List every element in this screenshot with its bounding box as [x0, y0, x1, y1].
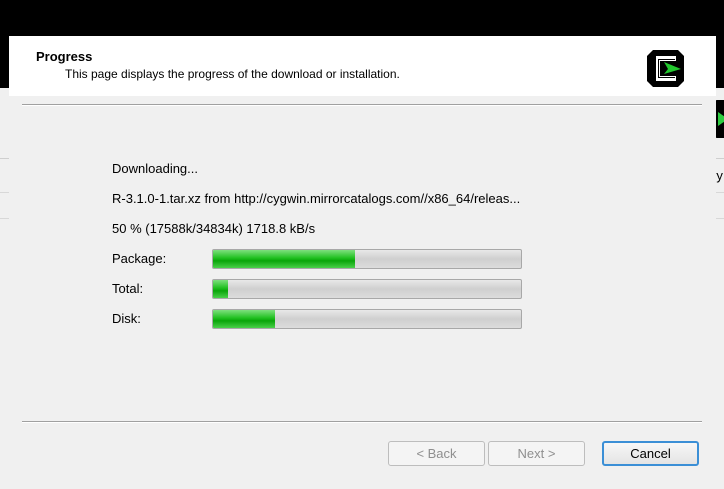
package-progress-bar [212, 249, 522, 269]
page-title: Progress [36, 49, 93, 64]
package-progress-label: Package: [112, 251, 167, 266]
status-text: Downloading... [112, 161, 198, 176]
download-stats-text: 50 % (17588k/34834k) 1718.8 kB/s [112, 221, 316, 236]
footer-divider-highlight [22, 422, 702, 423]
disk-progress-bar [212, 309, 522, 329]
back-button[interactable]: < Back [388, 441, 485, 466]
disk-progress-label: Disk: [112, 311, 141, 326]
total-progress-fill [213, 280, 229, 298]
page-subtitle: This page displays the progress of the d… [65, 67, 400, 81]
disk-progress-fill [213, 310, 275, 328]
next-button[interactable]: Next > [488, 441, 585, 466]
setup-dialog: Progress This page displays the progress… [9, 36, 716, 489]
cancel-button[interactable]: Cancel [602, 441, 699, 466]
total-progress-label: Total: [112, 281, 144, 296]
cygwin-logo-icon [647, 50, 684, 87]
header-divider-highlight [22, 105, 702, 106]
current-file-text: R-3.1.0-1.tar.xz from http://cygwin.mirr… [112, 191, 521, 206]
package-progress-fill [213, 250, 355, 268]
dialog-header: Progress This page displays the progress… [9, 36, 716, 96]
total-progress-bar [212, 279, 522, 299]
